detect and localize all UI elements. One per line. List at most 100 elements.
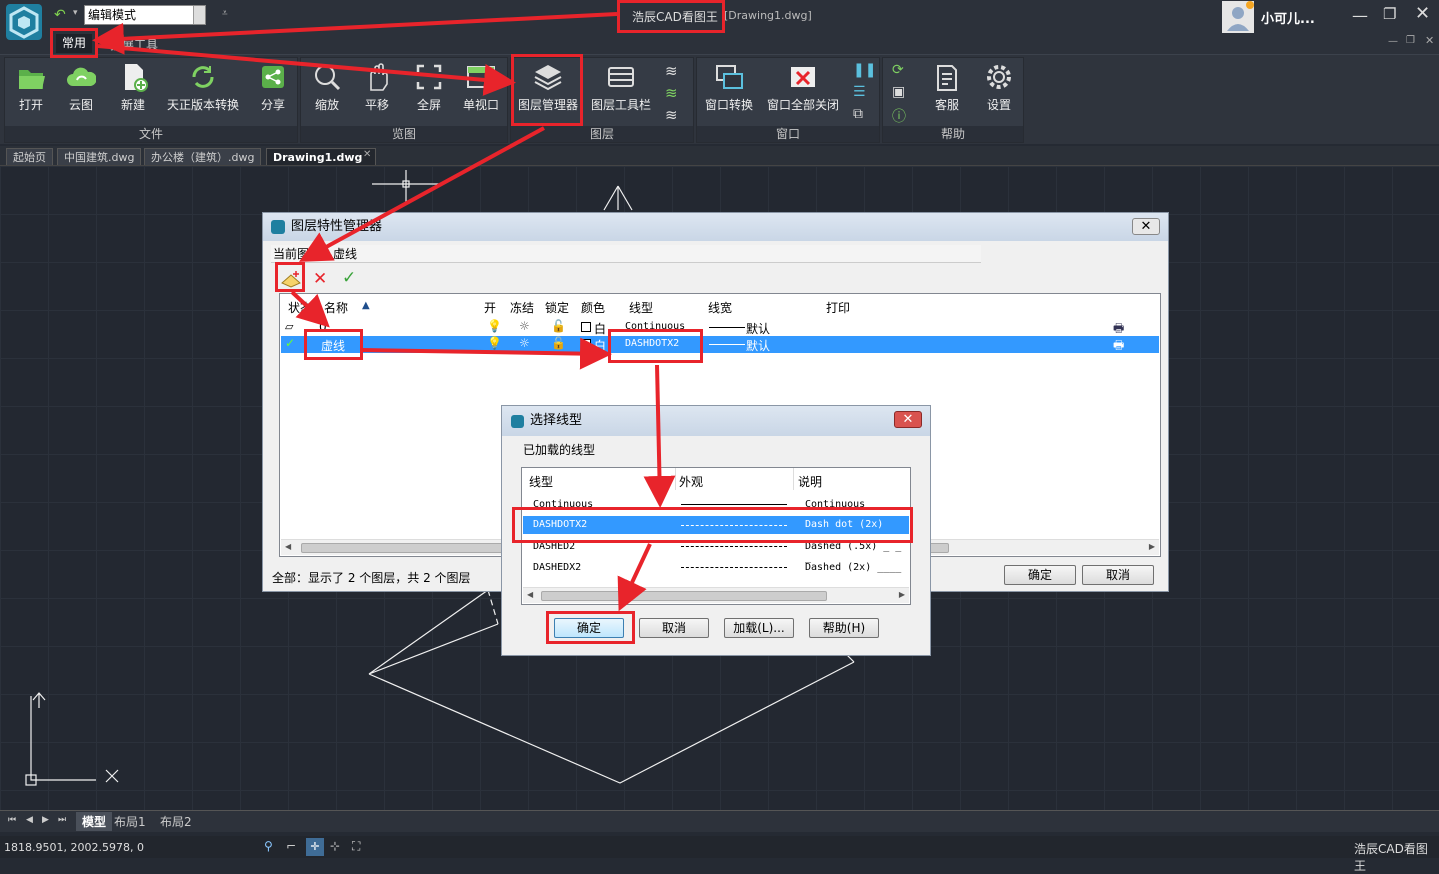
mode-select[interactable]: 编辑模式 — [84, 5, 206, 25]
new-layer-icon[interactable] — [280, 269, 302, 289]
zoom-status-icon[interactable]: ⚲ — [264, 839, 273, 853]
doc-tab-office[interactable]: 办公楼（建筑）.dwg — [144, 148, 262, 165]
tile-vertical-icon[interactable]: ❚❚ — [853, 62, 876, 78]
first-layout-icon[interactable]: ⏮ — [8, 815, 16, 825]
next-layout-icon[interactable]: ▶ — [42, 815, 49, 825]
layer-ok-button[interactable]: 确定 — [1004, 565, 1076, 585]
linetype-cancel-button[interactable]: 取消 — [639, 618, 709, 638]
color-swatch[interactable] — [581, 322, 591, 332]
layer-lineweight[interactable]: 默认 — [746, 320, 770, 337]
ortho-icon[interactable]: ⌐ — [286, 839, 296, 853]
cloud-button[interactable]: 云图 — [61, 62, 101, 113]
extents-icon[interactable]: ⛶ — [352, 839, 360, 854]
layer-toolbar-button[interactable]: 图层工具栏 — [589, 62, 653, 113]
linetype-table-hscrollbar[interactable]: ◀ ▶ — [523, 587, 909, 603]
col-linetype[interactable]: 线型 — [629, 299, 653, 316]
linetype-load-button[interactable]: 加载(L)... — [724, 618, 794, 638]
layout-tab-2[interactable]: 布局2 — [160, 813, 192, 830]
doc-tab-start[interactable]: 起始页 — [6, 148, 53, 165]
col-name[interactable]: 名称 — [324, 299, 348, 316]
layer-linetype[interactable]: Continuous — [625, 321, 685, 332]
linetype-dialog-close-button[interactable]: ✕ — [894, 411, 922, 428]
layer-linetype[interactable]: DASHDOTX2 — [625, 338, 679, 349]
fullscreen-button[interactable]: 全屏 — [409, 62, 449, 113]
unlock-icon[interactable]: 🔓 — [551, 319, 566, 333]
col-lock[interactable]: 锁定 — [545, 299, 569, 316]
linetype-row[interactable]: DASHED2 Dashed (.5x) _ _ _ — [523, 538, 909, 563]
tangent-convert-button[interactable]: 天正版本转换 — [163, 62, 243, 113]
sun-icon[interactable]: ☼ — [519, 319, 530, 333]
layer-lineweight[interactable]: 默认 — [746, 337, 770, 354]
scroll-left-icon[interactable]: ◀ — [527, 590, 533, 599]
user-name[interactable]: 小可儿... — [1261, 8, 1315, 27]
update-icon[interactable]: ⟳ — [892, 62, 904, 78]
col-color[interactable]: 颜色 — [581, 299, 605, 316]
layer-name[interactable]: 虚线 — [321, 337, 345, 354]
col-plot[interactable]: 打印 — [826, 299, 850, 316]
tab-close-icon[interactable]: ✕ — [363, 149, 371, 160]
scroll-left-icon[interactable]: ◀ — [285, 542, 291, 551]
snap-icon[interactable]: ✛ — [306, 838, 324, 856]
printer-icon[interactable]: 🖶 — [1113, 336, 1124, 357]
quick-access-more-icon[interactable]: ⩡ — [222, 8, 228, 19]
doc-tab-drawing1[interactable]: Drawing1.dwg — [266, 148, 376, 165]
last-layout-icon[interactable]: ⏭ — [58, 815, 66, 825]
user-avatar[interactable] — [1222, 1, 1254, 33]
layer-dialog-close-button[interactable]: ✕ — [1132, 218, 1160, 235]
open-button[interactable]: 打开 — [11, 62, 51, 113]
layer-cancel-button[interactable]: 取消 — [1082, 565, 1154, 585]
doc-tab-china-building[interactable]: 中国建筑.dwg — [57, 148, 142, 165]
layer-row[interactable]: ▱ 0 💡 ☼ 🔓 白 Continuous 默认 🖶 — [281, 319, 1159, 336]
share-button[interactable]: 分享 — [255, 62, 291, 113]
col-on[interactable]: 开 — [484, 299, 496, 316]
tab-extension-tools[interactable]: 扩展工具 — [110, 36, 158, 53]
undo-dropdown-icon[interactable]: ▾ — [73, 8, 78, 18]
col-lineweight[interactable]: 线宽 — [708, 299, 732, 316]
delete-layer-icon[interactable]: ✕ — [313, 269, 327, 289]
layout-tab-1[interactable]: 布局1 — [114, 813, 146, 830]
unlock-icon[interactable]: 🔓 — [551, 336, 566, 350]
doc-close-icon[interactable]: ✕ — [1425, 34, 1434, 47]
restore-icon[interactable]: ❐ — [1383, 5, 1396, 23]
prev-layout-icon[interactable]: ◀ — [26, 815, 33, 825]
apps-icon[interactable]: ▣ — [892, 84, 905, 100]
service-button[interactable]: 客服 — [927, 62, 967, 113]
doc-minimize-icon[interactable]: — — [1388, 36, 1398, 47]
close-all-windows-button[interactable]: 窗口全部关闭 — [765, 62, 841, 113]
new-button[interactable]: 新建 — [113, 62, 153, 113]
sun-icon[interactable]: ☼ — [519, 336, 530, 350]
linetype-help-button[interactable]: 帮助(H) — [809, 618, 879, 638]
scroll-right-icon[interactable]: ▶ — [899, 590, 905, 599]
col-freeze[interactable]: 冻结 — [510, 299, 534, 316]
layer-row-selected[interactable]: ✓ 虚线 💡 ☼ 🔓 白 DASHDOTX2 默认 🖶 — [281, 336, 1159, 353]
tab-common[interactable]: 常用 — [56, 34, 92, 53]
layer-small-icon-3[interactable]: ≋ — [665, 106, 678, 124]
grid-snap-icon[interactable]: ⊹ — [330, 839, 340, 853]
col-description[interactable]: 说明 — [798, 473, 822, 490]
minimize-icon[interactable]: — — [1352, 6, 1368, 25]
layer-manager-button[interactable]: 图层管理器 — [517, 62, 579, 113]
bulb-icon[interactable]: 💡 — [487, 336, 502, 350]
scroll-thumb[interactable] — [541, 591, 827, 601]
layout-tab-model[interactable]: 模型 — [76, 812, 113, 831]
single-viewport-button[interactable]: 单视口 — [459, 62, 503, 113]
info-icon[interactable]: ⓘ — [892, 106, 906, 126]
linetype-ok-button[interactable]: 确定 — [554, 618, 624, 638]
settings-button[interactable]: 设置 — [979, 62, 1019, 113]
layer-small-icon-2[interactable]: ≋ — [665, 84, 678, 102]
bulb-icon[interactable]: 💡 — [487, 319, 502, 333]
linetype-dialog-titlebar[interactable]: 选择线型 ✕ — [502, 406, 930, 436]
tile-horizontal-icon[interactable]: ☰ — [853, 84, 866, 100]
layer-dialog-titlebar[interactable]: 图层特性管理器 ✕ — [263, 213, 1168, 241]
zoom-button[interactable]: 缩放 — [307, 62, 347, 113]
undo-icon[interactable]: ↶ — [54, 7, 66, 23]
app-logo-icon[interactable] — [6, 4, 42, 40]
col-linetype-name[interactable]: 线型 — [529, 473, 553, 490]
linetype-row[interactable]: Continuous Continuous — [523, 496, 909, 513]
linetype-row-selected[interactable]: DASHDOTX2 Dash dot (2x) ____ — [523, 516, 909, 541]
cascade-icon[interactable]: ⧉ — [853, 106, 863, 122]
scroll-right-icon[interactable]: ▶ — [1149, 542, 1155, 551]
linetype-row[interactable]: DASHEDX2 Dashed (2x) ____ — [523, 559, 909, 576]
col-status[interactable]: 状态 — [288, 299, 312, 316]
window-switch-button[interactable]: 窗口转换 — [703, 62, 755, 113]
